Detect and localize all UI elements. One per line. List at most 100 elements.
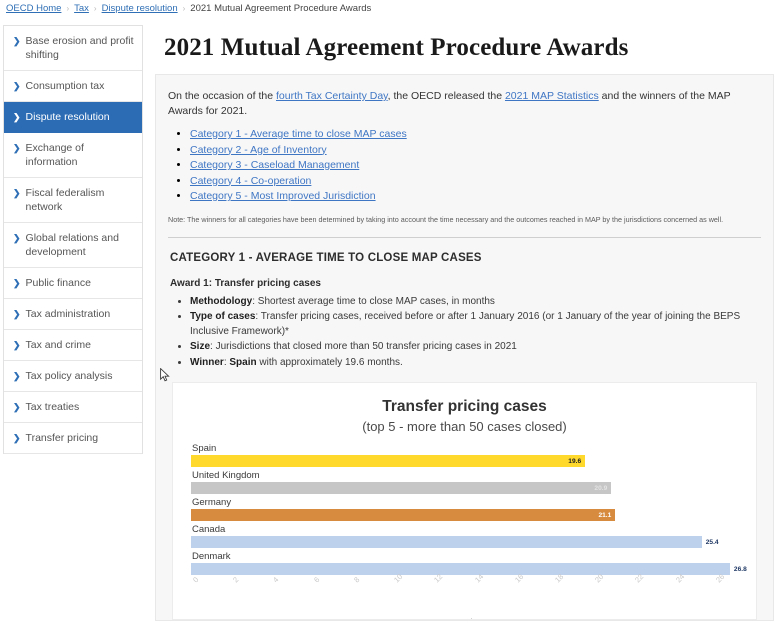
list-item: Type of cases: Transfer pricing cases, r… [190, 310, 761, 339]
bar-value-label: 20.9 [594, 485, 611, 492]
sidebar-item-label: Exchange of information [26, 141, 134, 169]
chevron-right-icon: ❯ [13, 338, 21, 352]
bar-value-label: 25.4 [702, 539, 719, 546]
list-item: Winner: Spain with approximately 19.6 mo… [190, 356, 761, 371]
bar-track: 21.1 [191, 509, 744, 521]
x-axis-title: Months [183, 618, 746, 620]
sidebar-item-label: Public finance [26, 276, 91, 290]
sidebar-item-tax-and-crime[interactable]: ❯Tax and crime [4, 330, 142, 361]
link-category-2[interactable]: Category 2 - Age of Inventory [190, 144, 327, 156]
award-bullet-text: Jurisdictions that closed more than 50 t… [216, 341, 517, 352]
list-item: Category 2 - Age of Inventory [190, 143, 761, 158]
bar-category-label: United Kingdom [191, 469, 744, 482]
link-category-1[interactable]: Category 1 - Average time to close MAP c… [190, 128, 407, 140]
award-bullet-text: with approximately 19.6 months. [257, 357, 403, 368]
award1-title: Award 1: Transfer pricing cases [170, 278, 761, 289]
sidebar-item-dispute-resolution[interactable]: ❯Dispute resolution [4, 102, 142, 133]
chart-card: Transfer pricing cases (top 5 - more tha… [172, 382, 757, 620]
page-title: 2021 Mutual Agreement Procedure Awards [164, 34, 774, 62]
bar-track: 20.9 [191, 482, 744, 494]
chevron-right-icon: ❯ [13, 141, 21, 155]
breadcrumb-item-current: 2021 Mutual Agreement Procedure Awards [190, 3, 371, 14]
bar-denmark[interactable]: 26.8 [191, 563, 730, 575]
link-category-4[interactable]: Category 4 - Co-operation [190, 175, 311, 187]
link-category-5[interactable]: Category 5 - Most Improved Jurisdiction [190, 190, 376, 202]
bar-chart-plot-area: Spain19.6 United Kingdom 20.9 Germany 21.1 Ca… [183, 442, 746, 575]
chevron-right-icon: ❯ [13, 431, 21, 445]
breadcrumb: OECD Home › Tax › Dispute resolution › 2… [0, 0, 778, 16]
breadcrumb-item-dispute-resolution[interactable]: Dispute resolution [102, 3, 178, 14]
x-axis-tick: 4 [271, 575, 280, 584]
bar-chart-row: Denmark26.8 [191, 550, 744, 575]
bar-category-label: Denmark [191, 550, 744, 563]
sidebar-item-base-erosion-and-profit-shifting[interactable]: ❯Base erosion and profit shifting [4, 26, 142, 71]
bar-chart-row: United Kingdom 20.9 [191, 469, 744, 494]
intro-text-part2: , the OECD released the [388, 90, 505, 102]
award-bullet-text: Shortest average time to close MAP cases… [258, 296, 495, 307]
sidebar-item-label: Transfer pricing [26, 431, 99, 445]
sidebar-item-label: Fiscal federalism network [26, 186, 134, 214]
intro-paragraph: On the occasion of the fourth Tax Certai… [168, 89, 761, 119]
award1-details-list: Methodology: Shortest average time to cl… [168, 295, 761, 371]
sidebar-item-label: Tax treaties [26, 400, 80, 414]
content-card: On the occasion of the fourth Tax Certai… [155, 74, 774, 621]
sidebar-item-tax-administration[interactable]: ❯ Tax administration [4, 299, 142, 330]
sidebar-item-consumption-tax[interactable]: ❯ Consumption tax [4, 71, 142, 102]
sidebar-item-label: Tax policy analysis [26, 369, 113, 383]
list-item: Category 1 - Average time to close MAP c… [190, 127, 761, 142]
sidebar-item-transfer-pricing[interactable]: ❯ Transfer pricing [4, 423, 142, 454]
list-item: Category 4 - Co-operation [190, 174, 761, 189]
x-axis-tick: 2 [231, 575, 240, 584]
page-body: ❯Base erosion and profit shifting❯Consum… [0, 16, 778, 636]
sidebar-item-public-finance[interactable]: ❯Public finance [4, 268, 142, 299]
main-content: 2021 Mutual Agreement Procedure Awards O… [143, 16, 778, 621]
bar-category-label: Spain [191, 442, 744, 455]
bar-germany[interactable]: 21.1 [191, 509, 615, 521]
bar-category-label: Canada [191, 523, 744, 536]
sidebar-item-global-relations-and-development[interactable]: ❯ Global relations and development [4, 223, 142, 268]
award-bullet-label: Size [190, 341, 210, 352]
chevron-right-icon: ❯ [13, 231, 21, 245]
breadcrumb-separator-icon: › [94, 4, 97, 13]
section-divider [168, 237, 761, 238]
sidebar-item-tax-policy-analysis[interactable]: ❯ Tax policy analysis [4, 361, 142, 392]
bar-chart-row: Germany 21.1 [191, 496, 744, 521]
breadcrumb-item-tax[interactable]: Tax [74, 3, 89, 14]
chevron-right-icon: ❯ [13, 369, 21, 383]
chevron-right-icon: ❯ [13, 110, 21, 124]
sidebar-item-exchange-of-information[interactable]: ❯ Exchange of information [4, 133, 142, 178]
category-link-list: Category 1 - Average time to close MAP c… [168, 127, 761, 204]
bar-value-label: 26.8 [730, 566, 747, 573]
bar-united-kingdom[interactable]: 20.9 [191, 482, 611, 494]
bar-track: 26.8 [191, 563, 744, 575]
chevron-right-icon: ❯ [13, 186, 21, 200]
link-category-3[interactable]: Category 3 - Caseload Management [190, 159, 359, 171]
link-tax-certainty-day[interactable]: fourth Tax Certainty Day [276, 90, 388, 102]
breadcrumb-item-oecd-home[interactable]: OECD Home [6, 3, 61, 14]
breadcrumb-separator-icon: › [183, 4, 186, 13]
sidebar-item-label: Consumption tax [26, 79, 105, 93]
sidebar-nav: ❯Base erosion and profit shifting❯Consum… [3, 25, 143, 454]
award-bullet-text: Transfer pricing cases, received before … [190, 311, 740, 337]
sidebar-item-label: Base erosion and profit shifting [26, 34, 134, 62]
breadcrumb-separator-icon: › [66, 4, 69, 13]
chevron-right-icon: ❯ [13, 79, 21, 93]
bar-track: 25.4 [191, 536, 744, 548]
sidebar-item-fiscal-federalism-network[interactable]: ❯ Fiscal federalism network [4, 178, 142, 223]
award-winner-name: Spain [229, 357, 256, 368]
category1-heading: CATEGORY 1 - AVERAGE TIME TO CLOSE MAP C… [170, 252, 761, 264]
sidebar-item-label: Tax administration [26, 307, 111, 321]
bar-spain[interactable]: 19.6 [191, 455, 585, 467]
bar-value-label: 21.1 [598, 512, 615, 519]
bar-category-label: Germany [191, 496, 744, 509]
sidebar-item-label: Global relations and development [26, 231, 134, 259]
list-item: Methodology: Shortest average time to cl… [190, 295, 761, 310]
bar-chart-row: Spain19.6 [191, 442, 744, 467]
link-map-statistics[interactable]: 2021 MAP Statistics [505, 90, 599, 102]
list-item: Category 5 - Most Improved Jurisdiction [190, 189, 761, 204]
chevron-right-icon: ❯ [13, 307, 21, 321]
bar-canada[interactable]: 25.4 [191, 536, 702, 548]
award-bullet-label: Methodology [190, 296, 252, 307]
chart-title: Transfer pricing cases [183, 397, 746, 417]
sidebar-item-tax-treaties[interactable]: ❯Tax treaties [4, 392, 142, 423]
